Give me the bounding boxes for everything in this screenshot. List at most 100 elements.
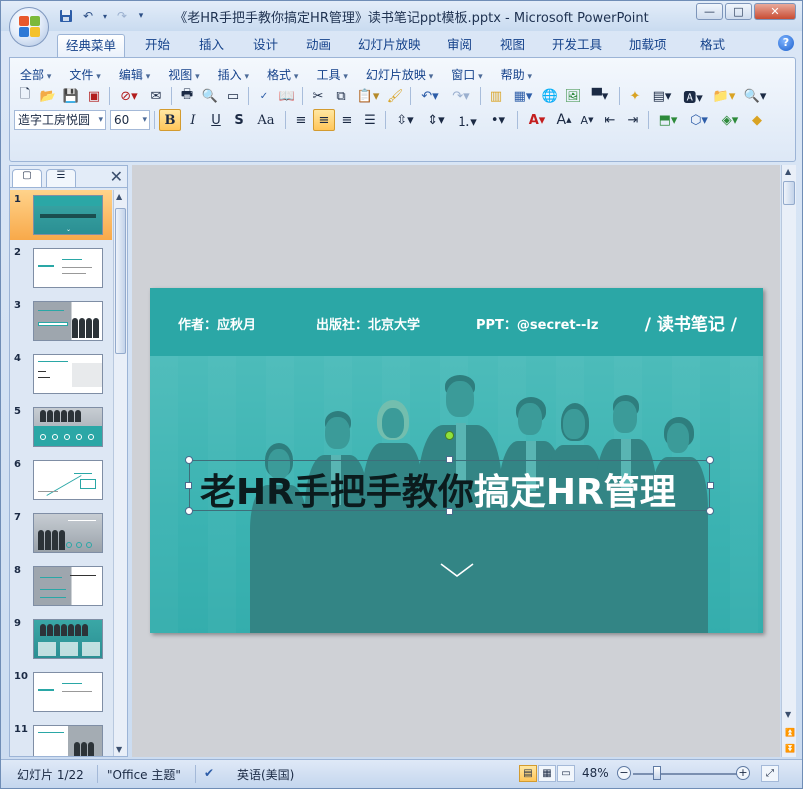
- slide-thumbnail-5[interactable]: 5: [10, 402, 112, 452]
- resize-handle-right[interactable]: [707, 482, 714, 489]
- insert-hyperlink-icon[interactable]: 🌐: [539, 85, 561, 107]
- slide-thumbnail-1[interactable]: 1 ⌄: [10, 190, 112, 240]
- research-icon[interactable]: 📖: [276, 85, 298, 107]
- slide-thumbnail-3[interactable]: 3: [10, 296, 112, 346]
- zoom-slider-handle[interactable]: [653, 766, 661, 780]
- slide-thumbnail-6[interactable]: 6: [10, 455, 112, 505]
- rotation-handle[interactable]: [445, 431, 454, 440]
- menu-all[interactable]: 全部: [16, 64, 59, 85]
- print-icon[interactable]: 🖶: [176, 85, 198, 107]
- scroll-up-arrow-icon[interactable]: ▲: [116, 192, 122, 201]
- grow-font-icon[interactable]: A ▲: [553, 109, 575, 131]
- slide-sorter-view-button[interactable]: ▦: [538, 765, 556, 782]
- editor-scrollbar[interactable]: ▲ ▼ ⏫ ⏬: [781, 165, 796, 757]
- slide-thumbnail-9[interactable]: 9: [10, 614, 112, 664]
- tab-developer[interactable]: 开发工具: [544, 34, 610, 57]
- permission-icon[interactable]: ⊘▾: [114, 85, 144, 107]
- tab-design[interactable]: 设计: [245, 34, 286, 57]
- menu-window[interactable]: 窗口: [447, 64, 490, 85]
- zoom-level[interactable]: 48%: [582, 766, 609, 780]
- close-pane-icon[interactable]: ✕: [110, 167, 123, 186]
- slide-title[interactable]: 老HR手把手教你搞定HR管理: [200, 463, 676, 515]
- text-box-icon[interactable]: 🅰▾: [678, 85, 708, 107]
- tab-home[interactable]: 开始: [137, 34, 178, 57]
- shrink-font-icon[interactable]: A ▼: [576, 109, 598, 131]
- bold-button[interactable]: B: [159, 109, 181, 131]
- spelling-icon[interactable]: ✓: [253, 85, 275, 107]
- numbering-icon[interactable]: ⒈▾: [452, 109, 482, 131]
- tab-view[interactable]: 视图: [492, 34, 533, 57]
- menu-edit[interactable]: 编辑: [115, 64, 158, 85]
- tab-addins[interactable]: 加载项: [621, 34, 675, 57]
- menu-format[interactable]: 格式: [263, 64, 306, 85]
- shadow-button[interactable]: S: [228, 109, 250, 131]
- scroll-up-arrow-icon[interactable]: ▲: [785, 167, 791, 176]
- slide-thumbnail-10[interactable]: 10: [10, 667, 112, 717]
- paste-icon[interactable]: 📋▾: [353, 85, 383, 107]
- cut-icon[interactable]: ✂: [307, 85, 329, 107]
- print-preview-icon[interactable]: 🔍: [199, 85, 221, 107]
- font-size-select[interactable]: 60: [110, 110, 150, 130]
- zoom-out-button[interactable]: −: [617, 766, 631, 780]
- minimize-button[interactable]: —: [696, 3, 723, 20]
- save-as-pdf-icon[interactable]: ▣: [83, 85, 105, 107]
- resize-handle-top-left[interactable]: [185, 456, 193, 464]
- menu-help[interactable]: 帮助: [497, 64, 540, 85]
- resize-handle-bottom-right[interactable]: [706, 507, 714, 515]
- help-icon[interactable]: ?: [778, 35, 794, 51]
- tab-slides-thumbnails[interactable]: ▢: [12, 169, 42, 187]
- scrollbar-thumb[interactable]: [783, 181, 795, 205]
- redo-icon[interactable]: ↷▾: [446, 85, 476, 107]
- menu-view[interactable]: 视图: [164, 64, 207, 85]
- next-slide-icon[interactable]: ⏬: [785, 744, 795, 753]
- decrease-indent-icon[interactable]: ⇤: [599, 109, 621, 131]
- scroll-down-arrow-icon[interactable]: ▼: [785, 710, 791, 719]
- resize-handle-bottom-left[interactable]: [185, 507, 193, 515]
- slide-layout-icon[interactable]: ▭: [222, 85, 244, 107]
- insert-chart-icon[interactable]: ▥: [485, 85, 507, 107]
- arrange-icon[interactable]: ⬒▾: [653, 109, 683, 131]
- slideshow-view-button[interactable]: ▭: [557, 765, 575, 782]
- office-button[interactable]: [9, 7, 49, 47]
- align-right-icon[interactable]: ≡: [336, 109, 358, 131]
- zoom-slider-track[interactable]: [633, 773, 737, 775]
- zoom-in-button[interactable]: +: [736, 766, 750, 780]
- bullets-icon[interactable]: •▾: [483, 109, 513, 131]
- resize-handle-left[interactable]: [185, 482, 192, 489]
- line-spacing-icon[interactable]: ⇕▾: [421, 109, 451, 131]
- align-center-icon[interactable]: ≡: [313, 109, 335, 131]
- menu-tools[interactable]: 工具: [312, 64, 355, 85]
- slide-thumbnail-2[interactable]: 2: [10, 243, 112, 293]
- scroll-down-arrow-icon[interactable]: ▼: [116, 745, 122, 754]
- slide-thumbnail-8[interactable]: 8: [10, 561, 112, 611]
- slides-pane-scrollbar[interactable]: ▲ ▼: [113, 190, 127, 756]
- normal-view-button[interactable]: ▤: [519, 765, 537, 782]
- new-document-icon[interactable]: 🗋: [14, 85, 36, 107]
- resize-handle-bottom[interactable]: [446, 508, 453, 515]
- language-indicator[interactable]: 英语(美国): [237, 766, 294, 783]
- increase-indent-icon[interactable]: ⇥: [622, 109, 644, 131]
- tab-format[interactable]: 格式: [692, 34, 733, 57]
- tab-insert[interactable]: 插入: [191, 34, 232, 57]
- close-button[interactable]: ✕: [754, 3, 796, 20]
- tab-outline[interactable]: ☰: [46, 169, 76, 187]
- open-folder-icon[interactable]: 📂: [37, 85, 59, 107]
- menu-insert[interactable]: 插入: [214, 64, 257, 85]
- format-painter-icon[interactable]: 🖌: [384, 85, 406, 107]
- font-color-icon[interactable]: A▾: [522, 109, 552, 131]
- insert-table-icon[interactable]: ▦▾: [508, 85, 538, 107]
- slide-thumbnail-7[interactable]: 7: [10, 508, 112, 558]
- justify-icon[interactable]: ☰: [359, 109, 381, 131]
- tab-slideshow[interactable]: 幻灯片放映: [350, 34, 429, 57]
- change-case-button[interactable]: Aa: [251, 109, 281, 131]
- text-direction-icon[interactable]: ⇳▾: [390, 109, 420, 131]
- slide-thumbnail-11[interactable]: 11: [10, 720, 112, 756]
- previous-slide-icon[interactable]: ⏫: [785, 728, 795, 737]
- save-icon[interactable]: 💾: [60, 85, 82, 107]
- insert-picture-icon[interactable]: 🖼: [562, 85, 584, 107]
- open-folder-icon[interactable]: 📁▾: [709, 85, 739, 107]
- font-name-select[interactable]: 造字工房悦圆: [14, 110, 106, 130]
- new-slide-icon[interactable]: ✦: [624, 85, 646, 107]
- spell-check-icon[interactable]: ✔: [204, 766, 214, 780]
- copy-icon[interactable]: ⧉: [330, 85, 352, 107]
